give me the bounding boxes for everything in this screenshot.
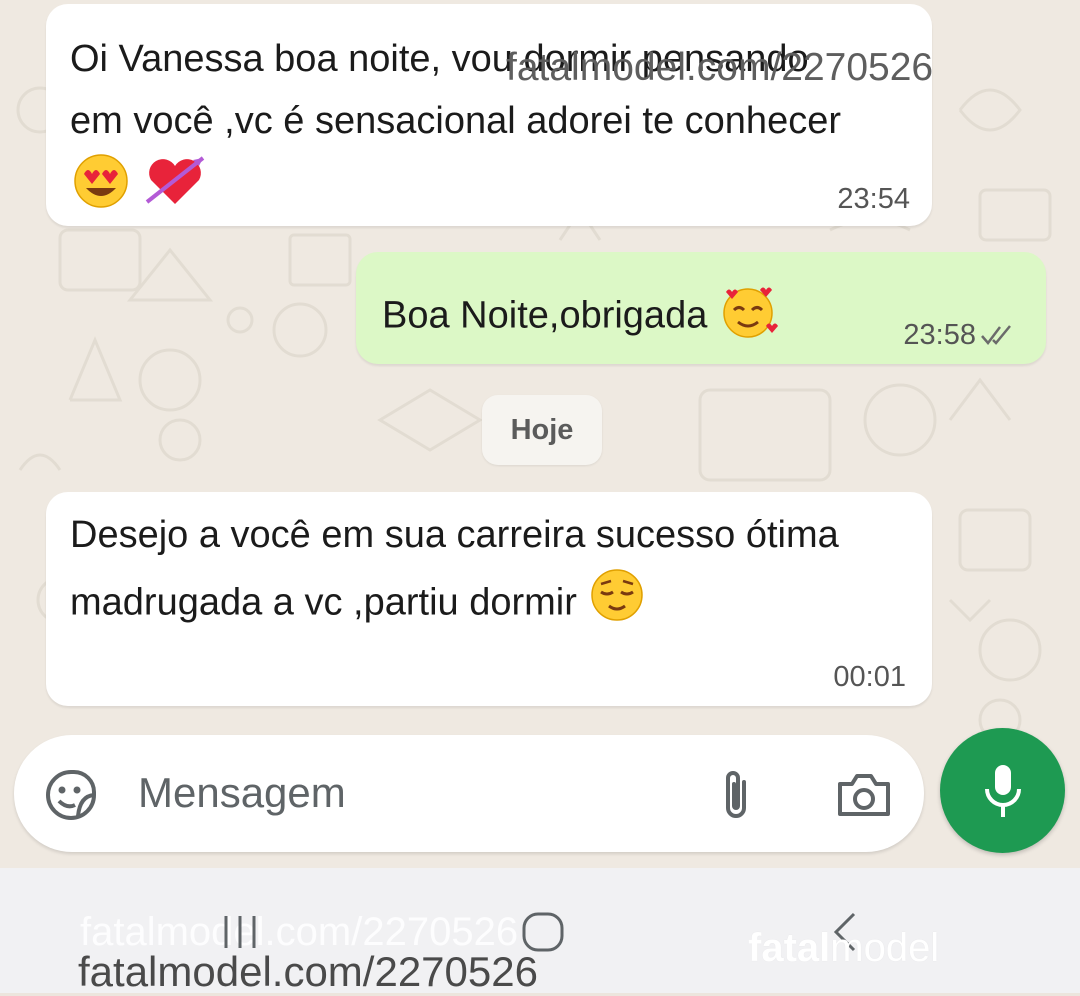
paperclip-icon[interactable]	[714, 768, 758, 822]
message-bubble-outgoing[interactable]: Boa Noite,obrigada 23:58	[356, 252, 1046, 364]
message-bubble-incoming[interactable]: Desejo a você em sua carreira sucesso ót…	[46, 492, 932, 706]
microphone-button[interactable]	[940, 728, 1065, 853]
message-input[interactable]	[138, 761, 658, 825]
watermark-top: fatalmodel.com/2270526	[506, 46, 934, 89]
date-separator: Hoje	[482, 395, 602, 465]
message-bubble-incoming[interactable]: Oi Vanessa boa noite, vou dormir pensand…	[46, 4, 932, 226]
message-time: 23:54	[837, 183, 910, 215]
message-time: 00:01	[833, 661, 906, 693]
message-time: 23:58	[903, 319, 976, 351]
heart-with-arrow-emoji	[143, 152, 207, 227]
message-composer	[14, 735, 924, 852]
smiling-face-with-hearts-emoji	[718, 282, 778, 353]
message-text: Boa Noite,obrigada	[382, 282, 778, 353]
double-check-icon	[981, 325, 1011, 345]
heart-eyes-emoji	[70, 152, 132, 227]
sticker-icon[interactable]	[44, 768, 98, 822]
microphone-icon	[985, 765, 1021, 817]
message-text: Desejo a você em sua carreira sucesso ót…	[70, 504, 910, 643]
watermark-brand-logo: fatalmodel	[748, 926, 940, 970]
recent-apps-icon[interactable]	[216, 912, 264, 952]
watermark-bottom: fatalmodel.com/2270526	[78, 948, 538, 995]
camera-icon[interactable]	[834, 770, 894, 820]
relieved-face-emoji	[587, 566, 647, 643]
